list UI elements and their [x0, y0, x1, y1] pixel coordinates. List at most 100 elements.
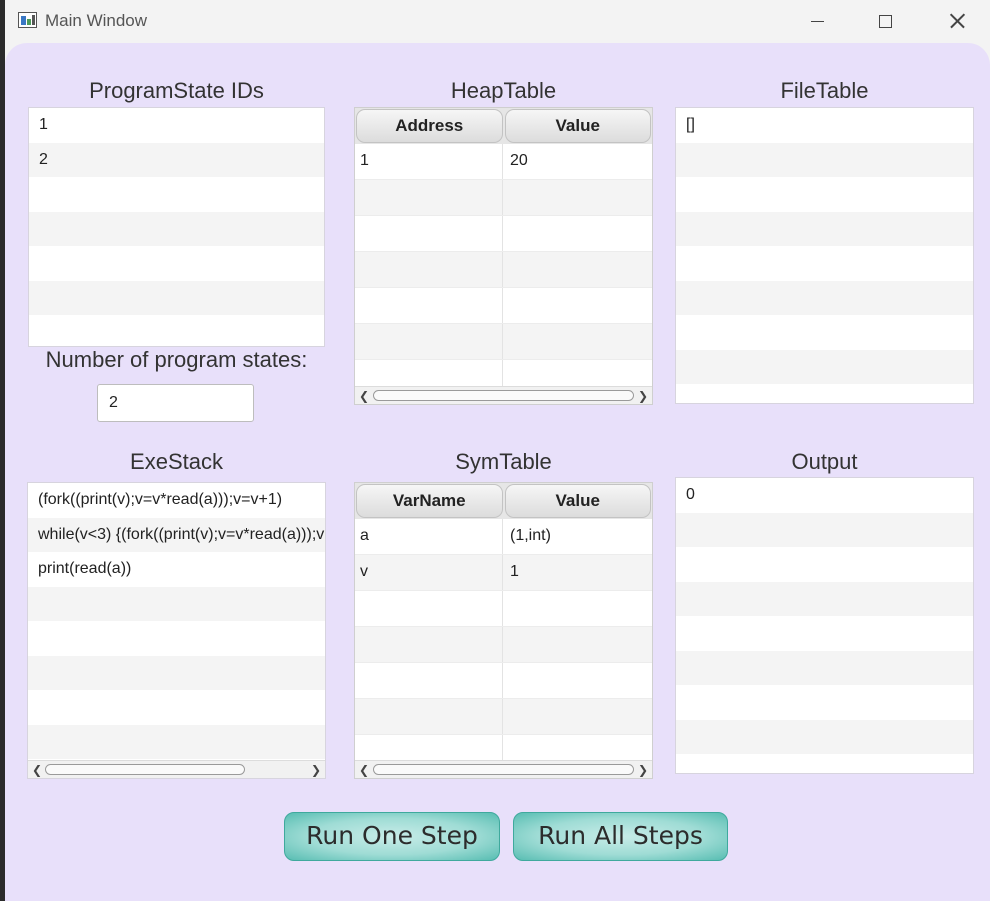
empty-row	[676, 512, 973, 547]
empty-row	[28, 586, 325, 621]
sym-table-scrollbar[interactable]: ❮ ❯	[355, 760, 652, 778]
table-cell	[503, 324, 652, 359]
heap-column-address[interactable]: Address	[356, 109, 503, 143]
empty-row	[676, 547, 973, 582]
table-cell	[503, 216, 652, 251]
empty-row	[29, 280, 324, 315]
scroll-left-icon[interactable]: ❮	[359, 763, 369, 777]
table-cell: 20	[510, 152, 528, 169]
scrollbar-thumb[interactable]	[373, 390, 634, 401]
table-cell: a	[355, 519, 503, 554]
empty-row	[676, 754, 973, 773]
table-cell: 1	[510, 563, 519, 580]
table-cell	[503, 252, 652, 287]
sym-table-body: a (1,int) v 1	[355, 519, 652, 771]
scroll-left-icon[interactable]: ❮	[32, 763, 42, 777]
program-state-item[interactable]: 2	[29, 142, 324, 177]
empty-row	[355, 627, 652, 663]
table-cell	[503, 288, 652, 323]
empty-row	[676, 719, 973, 754]
empty-row	[676, 246, 973, 281]
scroll-left-icon[interactable]: ❮	[359, 389, 369, 403]
heap-table[interactable]: Address Value 1 20 ❮ ❯	[354, 107, 653, 405]
run-all-steps-button[interactable]: Run All Steps	[513, 812, 728, 861]
table-cell	[503, 180, 652, 215]
exe-stack-scrollbar[interactable]: ❮ ❯	[28, 760, 325, 778]
empty-row	[676, 142, 973, 177]
file-table-item[interactable]: []	[676, 108, 973, 143]
empty-row	[676, 685, 973, 720]
empty-row	[355, 591, 652, 627]
table-cell	[355, 699, 503, 734]
heap-table-scrollbar[interactable]: ❮ ❯	[355, 386, 652, 404]
content-area: ProgramState IDs 12 Number of program st…	[5, 43, 990, 901]
title-bar: Main Window	[5, 0, 990, 43]
empty-row	[355, 663, 652, 699]
heap-table-body: 1 20	[355, 144, 652, 396]
program-states-count-label: Number of program states:	[45, 347, 308, 372]
scrollbar-thumb[interactable]	[373, 764, 634, 775]
output-item[interactable]: 0	[676, 478, 973, 513]
main-window: Main Window ProgramState IDs 12 Number o…	[5, 0, 990, 901]
table-row[interactable]: v1	[355, 555, 652, 591]
table-cell	[355, 591, 503, 626]
output-title: Output	[791, 449, 858, 474]
table-cell	[355, 252, 503, 287]
scrollbar-thumb[interactable]	[45, 764, 245, 775]
empty-row	[29, 315, 324, 346]
empty-row	[28, 621, 325, 656]
table-row[interactable]: 1 20	[355, 144, 652, 180]
empty-row	[676, 280, 973, 315]
sym-table-title: SymTable	[455, 449, 552, 474]
table-cell	[355, 216, 503, 251]
app-icon	[18, 12, 37, 28]
table-cell: v	[355, 555, 503, 590]
scroll-right-icon[interactable]: ❯	[638, 763, 648, 777]
empty-row	[676, 581, 973, 616]
sym-table[interactable]: VarName Value a (1,int) v 1 ❮ ❯	[354, 482, 653, 779]
heap-table-title: HeapTable	[450, 78, 557, 103]
table-cell	[355, 180, 503, 215]
table-cell	[355, 288, 503, 323]
table-row[interactable]: a (1,int)	[355, 519, 652, 555]
sym-table-header: VarName Value	[355, 483, 652, 519]
table-cell: (1,int)	[510, 527, 551, 544]
empty-row	[29, 246, 324, 281]
minimize-button[interactable]	[795, 6, 839, 36]
exe-stack-list[interactable]: (fork((print(v);v=v*read(a)));v=v+1) whil…	[27, 482, 326, 779]
scroll-right-icon[interactable]: ❯	[311, 763, 321, 777]
program-states-count-field[interactable]: 2	[97, 384, 254, 422]
empty-row	[676, 315, 973, 350]
file-table-list[interactable]: []	[675, 107, 974, 404]
empty-row	[676, 384, 973, 403]
table-cell	[503, 699, 652, 734]
empty-row	[28, 724, 325, 759]
run-one-step-button[interactable]: Run One Step	[284, 812, 500, 861]
empty-row	[355, 324, 652, 360]
empty-row	[355, 216, 652, 252]
heap-column-value[interactable]: Value	[504, 109, 651, 143]
empty-row	[28, 690, 325, 725]
table-cell	[355, 627, 503, 662]
sym-column-varname[interactable]: VarName	[356, 484, 503, 518]
maximize-button[interactable]	[863, 6, 907, 36]
empty-row	[355, 699, 652, 735]
empty-row	[29, 177, 324, 212]
table-cell	[355, 663, 503, 698]
sym-column-value[interactable]: Value	[504, 484, 651, 518]
program-state-item[interactable]: 1	[29, 108, 324, 143]
empty-row	[29, 211, 324, 246]
program-states-list[interactable]: 12	[28, 107, 325, 347]
output-list[interactable]: 0	[675, 477, 974, 774]
scroll-right-icon[interactable]: ❯	[638, 389, 648, 403]
exe-stack-item[interactable]: print(read(a))	[28, 552, 325, 587]
table-cell	[503, 663, 652, 698]
window-title: Main Window	[45, 11, 148, 30]
empty-row	[676, 349, 973, 384]
exe-stack-item[interactable]: (fork((print(v);v=v*read(a)));v=v+1)	[28, 483, 325, 518]
heap-table-header: Address Value	[355, 108, 652, 144]
table-cell: 1	[355, 144, 503, 179]
close-button[interactable]	[935, 6, 979, 36]
exe-stack-item[interactable]: while(v<3) {(fork((print(v);v=v*read(a))…	[28, 517, 325, 552]
empty-row	[676, 177, 973, 212]
